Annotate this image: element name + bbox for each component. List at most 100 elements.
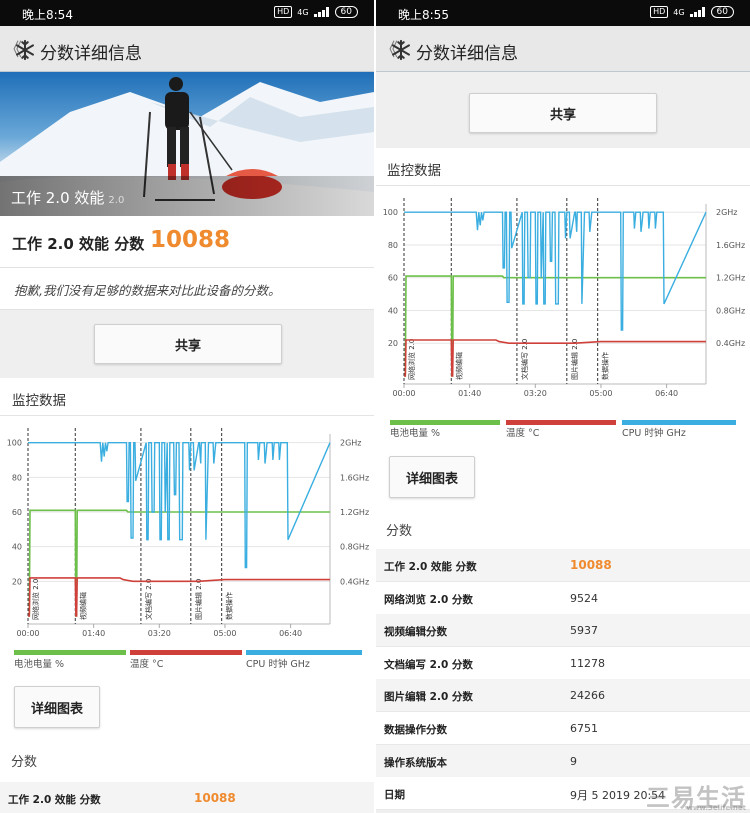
x-tick-label: 06:40: [279, 629, 302, 638]
status-icons: HD 4G 60: [274, 6, 358, 18]
x-tick-label: 05:00: [589, 389, 612, 398]
hero-title-text: 工作 2.0 效能: [11, 189, 105, 207]
row-key: 视频编辑分数: [384, 626, 447, 639]
y2-tick-label: 1.2GHz: [716, 274, 745, 283]
table-row: 图片编辑 2.0 分数 24266: [376, 679, 750, 713]
x-tick-label: 03:20: [148, 629, 171, 638]
series-line-2: [404, 211, 707, 331]
legend-temperature-swatch: [130, 650, 242, 655]
status-icons: HD 4G 60: [650, 6, 734, 18]
signal-icon: [313, 7, 330, 17]
x-tick-label: 06:40: [655, 389, 678, 398]
detail-chart-button[interactable]: 详细图表: [389, 456, 475, 498]
share-button[interactable]: 共享: [469, 93, 657, 133]
y2-tick-label: 2GHz: [340, 439, 362, 448]
watermark-sub: www.3elife.net: [686, 804, 746, 812]
network-type-label: 4G: [673, 7, 685, 17]
status-bar: 晚上8:54 HD 4G 60: [0, 0, 374, 26]
table-row: 视频编辑分数 5937: [376, 614, 750, 648]
table-row: 文档编写 2.0 分数 11278: [376, 646, 750, 680]
scores-section-title: 分数: [11, 755, 38, 770]
segment-label: 网络浏览 2.0: [407, 339, 416, 380]
x-tick-label: 00:00: [16, 629, 39, 638]
row-value: 9524: [570, 591, 598, 605]
y2-tick-label: 1.6GHz: [340, 473, 369, 482]
status-bar: 晚上8:55 HD 4G 60: [376, 0, 750, 26]
hero-title: 工作 2.0 效能 2.0: [11, 187, 124, 208]
actions-card: 详细图表 分数: [0, 678, 374, 782]
y-tick-label: 80: [388, 241, 398, 250]
row-value: 10088: [194, 791, 236, 805]
legend-temperature-label: 温度 °C: [130, 659, 164, 670]
snowflake-icon: [392, 39, 410, 61]
status-time: 晚上8:55: [398, 8, 449, 22]
watermark: 三易生活 www.3elife.net: [646, 778, 746, 813]
row-key: 图片编辑 2.0 分数: [384, 691, 473, 704]
y-tick-label: 80: [12, 473, 22, 482]
divider: [0, 415, 374, 416]
monitor-card: 监控数据 20 0.4GHz 40 0.8GHz 60 1.2GHz 80 1.6GHz 100…: [376, 148, 750, 439]
x-tick-label: 01:40: [82, 629, 105, 638]
hd-icon: HD: [650, 6, 669, 18]
comparison-notice: 抱歉,我们没有足够的数据来对比此设备的分数。: [0, 268, 374, 310]
actions-card: 详细图表 分数: [376, 438, 750, 549]
scores-section-title: 分数: [386, 524, 413, 539]
table-row: 工作 2.0 效能 分数 10088: [0, 782, 374, 813]
row-value: 10088: [570, 558, 612, 572]
table-row: 操作系统版本 9: [376, 744, 750, 778]
monitor-card: 监控数据 20 0.4GHz 40 0.8GHz 60 1.2GHz 80 1.6GHz 100…: [0, 378, 374, 678]
notice-text: 抱歉,我们没有足够的数据来对比此设备的分数。: [14, 283, 281, 298]
row-value: 24266: [570, 689, 605, 703]
series-line-2: [28, 442, 331, 569]
battery-icon: 60: [334, 6, 358, 18]
segment-label: 数据操作: [601, 352, 610, 380]
row-key: 工作 2.0 效能 分数: [8, 794, 101, 806]
segment-label: 网络浏览 2.0: [31, 579, 40, 620]
row-key: 数据操作分数: [384, 724, 447, 736]
right-screenshot-panel: 晚上8:55 HD 4G 60 《 分数详细信息 共享 监控数据 20 0.4GH…: [376, 0, 750, 813]
y2-tick-label: 1.2GHz: [340, 508, 369, 517]
segment-label: 图片编辑 2.0: [194, 579, 203, 620]
hero-banner: 工作 2.0 效能 2.0: [0, 72, 374, 216]
row-key: 网络浏览 2.0 分数: [384, 593, 473, 606]
segment-label: 视频编辑: [454, 352, 463, 380]
y2-tick-label: 0.4GHz: [340, 577, 369, 586]
monitor-chart: 20 0.4GHz 40 0.8GHz 60 1.2GHz 80 1.6GHz 100 2GHz 0…: [383, 198, 745, 398]
legend-cpu-swatch: [246, 650, 362, 655]
x-tick-label: 05:00: [213, 629, 236, 638]
legend-battery-label: 电池电量 %: [390, 428, 441, 439]
legend-cpu-label: CPU 时钟 GHz: [246, 659, 310, 670]
detail-chart-button[interactable]: 详细图表: [14, 686, 100, 728]
signal-icon: [689, 7, 706, 17]
segment-label: 视频编辑: [78, 592, 87, 620]
share-button[interactable]: 共享: [94, 324, 282, 364]
row-value: 5937: [570, 624, 598, 638]
row-key: 文档编写 2.0 分数: [384, 658, 473, 671]
row-key: 操作系统版本: [384, 756, 447, 769]
monitor-chart: 20 0.4GHz 40 0.8GHz 60 1.2GHz 80 1.6GHz 100 2GHz 0…: [7, 428, 369, 638]
hero-caption: 工作 2.0 效能 2.0: [0, 176, 374, 216]
hd-icon: HD: [274, 6, 293, 18]
score-card: 工作 2.0 效能 分数 10088: [0, 216, 374, 268]
row-key: 日期: [384, 789, 405, 802]
legend-temperature-label: 温度 °C: [506, 428, 540, 439]
y-tick-label: 100: [7, 439, 22, 448]
network-type-label: 4G: [297, 7, 309, 17]
x-tick-label: 01:40: [458, 389, 481, 398]
y-tick-label: 100: [383, 208, 398, 217]
table-row: 数据操作分数 6751: [376, 712, 750, 745]
segment-label: 图片编辑 2.0: [570, 339, 579, 380]
y2-tick-label: 0.8GHz: [716, 306, 745, 315]
score-value: 10088: [150, 227, 231, 253]
score-label: 工作 2.0 效能 分数: [12, 235, 145, 253]
page-title: 分数详细信息: [40, 44, 142, 64]
y-tick-label: 60: [388, 274, 398, 283]
legend-battery-label: 电池电量 %: [14, 659, 65, 670]
y-tick-label: 40: [388, 306, 398, 315]
y2-tick-label: 0.8GHz: [340, 543, 369, 552]
left-screenshot-panel: 晚上8:54 HD 4G 60 《 分数详细信息 工作 2.0 效能 2.0 工…: [0, 0, 374, 813]
row-key: 工作 2.0 效能 分数: [384, 561, 477, 573]
app-bar: 《 分数详细信息: [376, 26, 750, 72]
x-tick-label: 00:00: [392, 389, 415, 398]
legend-battery-swatch: [14, 650, 126, 655]
